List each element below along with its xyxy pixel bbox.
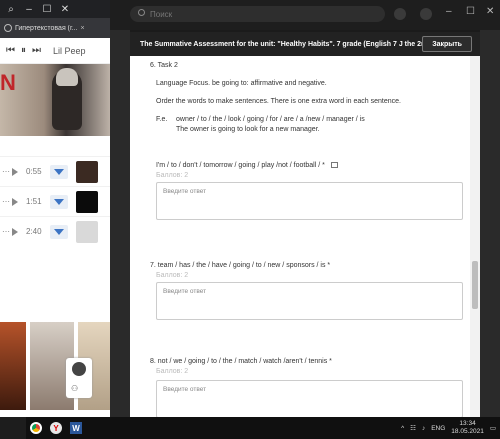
- extension-icon[interactable]: [420, 8, 432, 20]
- track-thumbnail: [76, 220, 98, 243]
- left-window-titlebar: ⌕ – ☐ ✕: [0, 0, 110, 18]
- track-row[interactable]: ⋯ 1:51: [0, 186, 110, 216]
- network-icon[interactable]: ☷: [410, 424, 416, 432]
- dim-overlay-left: [110, 30, 130, 417]
- artist-cover-image: N: [0, 64, 110, 136]
- question-points: Баллов: 2: [156, 368, 189, 375]
- album-art[interactable]: [0, 322, 26, 410]
- maximize-icon[interactable]: ☐: [40, 4, 54, 15]
- search-icon[interactable]: ⌕: [4, 4, 18, 15]
- track-thumbnail: [76, 190, 98, 213]
- example-sentence: The owner is going to look for a new man…: [176, 126, 320, 133]
- word-icon: W: [70, 422, 82, 434]
- answer-input[interactable]: Введите ответ: [156, 182, 463, 220]
- question-points: Баллов: 2: [156, 272, 189, 279]
- download-icon[interactable]: [50, 164, 68, 179]
- player-bar: ⏮ ⏸ ⏭ Lil Peep: [0, 38, 110, 64]
- play-icon[interactable]: [12, 197, 18, 206]
- profile-icon[interactable]: [394, 8, 406, 20]
- clock-date: 18.05.2021: [451, 428, 484, 435]
- avatar[interactable]: ⚇: [66, 358, 92, 398]
- document-icon: [330, 162, 338, 169]
- cover-letter-n: N: [0, 70, 16, 95]
- taskbar-yandex[interactable]: Y: [46, 417, 66, 439]
- close-icon[interactable]: ✕: [486, 6, 494, 17]
- pause-icon[interactable]: ⏸: [21, 45, 26, 56]
- chrome-icon: [30, 422, 42, 434]
- more-icon[interactable]: ⋯: [2, 167, 10, 176]
- close-button[interactable]: Закрыть: [422, 36, 472, 52]
- search-icon: [138, 9, 145, 16]
- avatar-head: [72, 362, 86, 376]
- more-icon[interactable]: ⋯: [2, 197, 10, 206]
- answer-input[interactable]: Введите ответ: [156, 282, 463, 320]
- tab-close-icon[interactable]: ×: [81, 25, 85, 32]
- cover-hat: [56, 68, 78, 86]
- example-words: owner / to / the / look / going / for / …: [176, 116, 365, 123]
- globe-icon: [4, 24, 12, 32]
- dim-overlay-right: [480, 30, 500, 417]
- music-browser-window: ⌕ – ☐ ✕ Гипертекстовая (г... × ⏮ ⏸ ⏭ Lil…: [0, 0, 110, 417]
- vertical-scrollbar[interactable]: [470, 56, 480, 417]
- form-body: 6. Task 2 Language Focus. be going to: a…: [130, 56, 480, 417]
- right-browser-toolbar: Поиск – ☐ ✕: [110, 0, 500, 30]
- people-icon: ⚇: [71, 384, 79, 393]
- assessment-modal: The Summative Assessment for the unit: "…: [130, 32, 480, 417]
- language-indicator[interactable]: ENG: [431, 425, 445, 432]
- question-points: Баллов: 2: [156, 172, 189, 179]
- track-duration: 2:40: [26, 227, 42, 236]
- modal-header: The Summative Assessment for the unit: "…: [130, 32, 480, 56]
- track-row[interactable]: ⋯ 2:40: [0, 216, 110, 246]
- track-duration: 1:51: [26, 197, 42, 206]
- example-label: F.e.: [156, 116, 168, 123]
- taskbar: Y W ^ ☷ ♪ ENG 13:34 18.05.2021 ▭: [0, 417, 500, 439]
- start-button[interactable]: [0, 417, 26, 439]
- scrollbar-thumb[interactable]: [472, 261, 478, 309]
- minimize-icon[interactable]: –: [22, 4, 36, 15]
- previous-track-icon[interactable]: ⏮: [6, 45, 15, 56]
- search-input[interactable]: Поиск: [130, 6, 385, 22]
- modal-title: The Summative Assessment for the unit: "…: [140, 40, 454, 48]
- task-heading: 6. Task 2: [150, 62, 178, 69]
- maximize-icon[interactable]: ☐: [466, 6, 475, 17]
- question-7-text: 7. team / has / the / have / going / to …: [150, 262, 331, 269]
- notification-icon[interactable]: ▭: [490, 424, 496, 432]
- download-icon[interactable]: [50, 194, 68, 209]
- language-focus: Language Focus. be going to: affirmative…: [156, 80, 327, 87]
- instruction-text: Order the words to make sentences. There…: [156, 98, 401, 105]
- left-tab-bar: Гипертекстовая (г... ×: [0, 18, 110, 38]
- track-row[interactable]: ⋯ 0:55: [0, 156, 110, 186]
- search-placeholder: Поиск: [150, 9, 173, 19]
- system-tray: ^ ☷ ♪ ENG 13:34 18.05.2021 ▭: [401, 417, 496, 439]
- minimize-icon[interactable]: –: [446, 6, 452, 17]
- tray-chevron-icon[interactable]: ^: [401, 425, 404, 432]
- screen: ⌕ – ☐ ✕ Гипертекстовая (г... × ⏮ ⏸ ⏭ Lil…: [0, 0, 500, 439]
- track-duration: 0:55: [26, 167, 42, 176]
- clock-time: 13:34: [459, 420, 476, 427]
- album-art-row: [0, 322, 110, 410]
- yandex-icon: Y: [50, 422, 62, 434]
- answer-input[interactable]: Введите ответ: [156, 380, 463, 417]
- clock[interactable]: 13:34 18.05.2021: [451, 420, 484, 436]
- more-icon[interactable]: ⋯: [2, 227, 10, 236]
- tab-hypertext[interactable]: Гипертекстовая (г...: [15, 25, 78, 32]
- close-icon[interactable]: ✕: [58, 4, 72, 15]
- play-icon[interactable]: [12, 167, 18, 176]
- taskbar-chrome[interactable]: [26, 417, 46, 439]
- question-6-text: I'm / to / don't / tomorrow / going / pl…: [156, 162, 325, 169]
- track-thumbnail: [76, 160, 98, 183]
- next-track-icon[interactable]: ⏭: [32, 45, 41, 56]
- download-icon[interactable]: [50, 224, 68, 239]
- play-icon[interactable]: [12, 227, 18, 236]
- taskbar-word[interactable]: W: [66, 417, 86, 439]
- volume-icon[interactable]: ♪: [422, 425, 425, 432]
- question-8-text: 8. not / we / going / to / the / match /…: [150, 358, 332, 365]
- question-text: I'm / to / don't / tomorrow / going / pl…: [156, 162, 338, 169]
- now-playing-artist[interactable]: Lil Peep: [53, 46, 86, 56]
